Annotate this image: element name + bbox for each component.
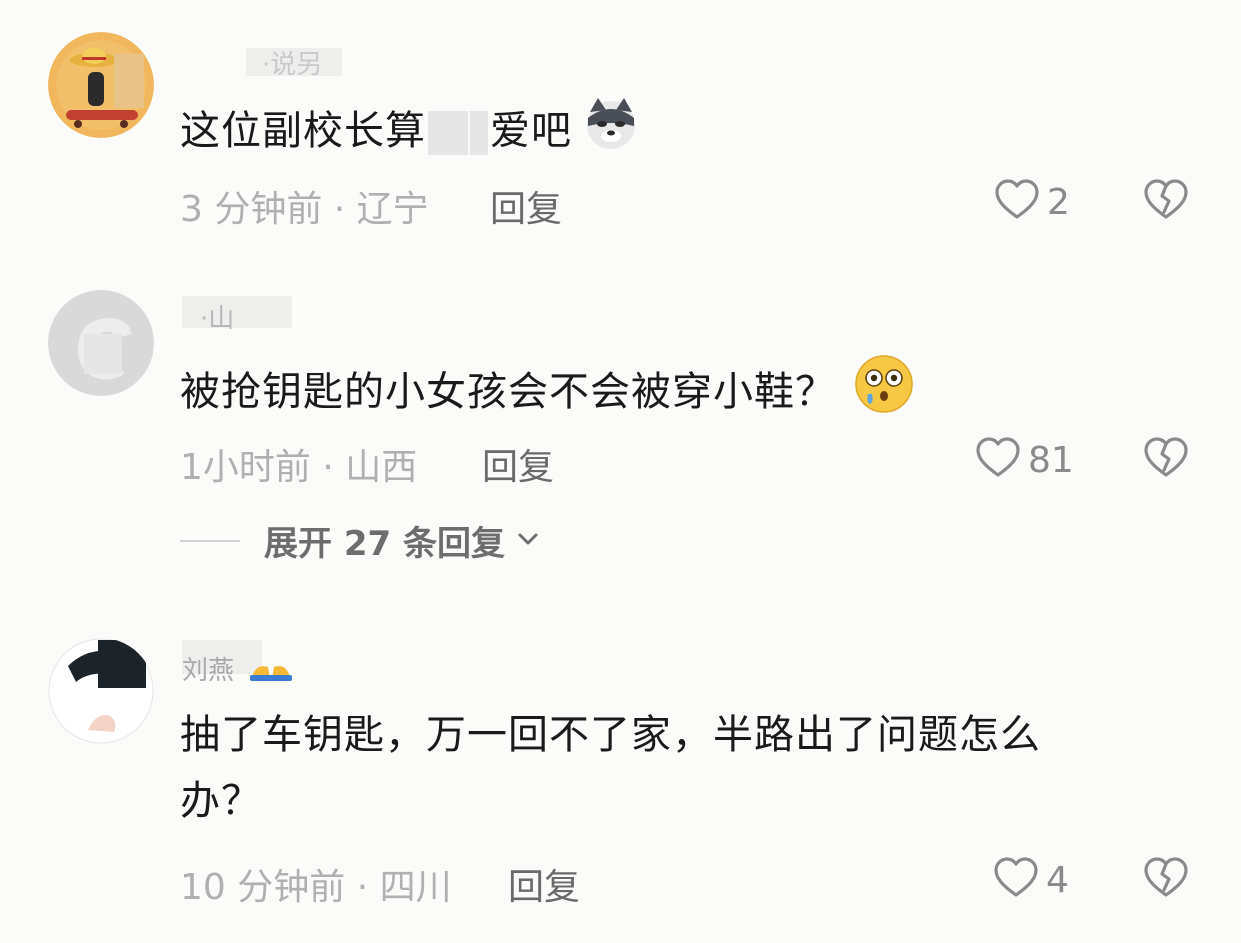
comment-text-pre: 这位副校长算 xyxy=(180,108,426,154)
comment-text-line-2: 办？ xyxy=(180,778,262,824)
like-count: 2 xyxy=(1047,181,1070,223)
username-text: 刘燕 xyxy=(182,656,235,686)
dislike-button[interactable] xyxy=(1142,434,1190,486)
comment-meta: 3 分钟前 · 辽宁 xyxy=(180,189,429,230)
avatar[interactable] xyxy=(48,32,154,138)
broken-heart-icon xyxy=(1142,179,1190,228)
broken-heart-icon xyxy=(1142,437,1190,486)
username-redaction xyxy=(182,296,292,328)
wolf-dog-emoji xyxy=(582,94,640,172)
folded-hands-emoji xyxy=(246,653,296,690)
heart-icon xyxy=(992,854,1040,906)
comment-text: 抽了车钥匙，万一回不了家，半路出了问题怎么 办？ xyxy=(180,702,1041,834)
like-button[interactable]: 2 xyxy=(993,176,1070,228)
dislike-button[interactable] xyxy=(1142,176,1190,228)
comment-text-line-1: 抽了车钥匙，万一回不了家，半路出了问题怎么 xyxy=(180,712,1041,758)
comment-text-post: 爱吧 xyxy=(490,108,572,154)
reply-button[interactable]: 回复 xyxy=(482,438,554,490)
like-button[interactable]: 4 xyxy=(992,854,1069,906)
username[interactable]: 刘燕 xyxy=(182,650,296,690)
username[interactable]: ·山 xyxy=(200,298,234,335)
heart-icon xyxy=(993,176,1041,228)
reply-button[interactable]: 回复 xyxy=(508,858,580,910)
expand-replies-button[interactable]: 展开 27 条回复 xyxy=(180,516,541,565)
avatar[interactable] xyxy=(48,638,154,744)
chevron-down-icon xyxy=(515,526,541,556)
comment-meta: 1小时前 · 山西 xyxy=(180,447,418,488)
flushed-face-emoji xyxy=(854,354,914,434)
like-count: 81 xyxy=(1028,439,1074,481)
like-count: 4 xyxy=(1046,859,1069,901)
comment-1: ·说另 这位副校长算 爱吧 3 分钟前 · 辽宁 回复 2 xyxy=(0,0,1241,260)
username[interactable]: ·说另 xyxy=(262,44,322,81)
broken-heart-icon xyxy=(1142,857,1190,906)
comment-meta: 10 分钟前 · 四川 xyxy=(180,867,452,908)
like-button[interactable]: 81 xyxy=(974,434,1074,486)
comment-3: 刘燕 抽了车钥匙，万一回不了家，半路出了问题怎么 办？ 10 分钟前 · 四川 … xyxy=(0,600,1241,943)
comment-text: 这位副校长算 爱吧 xyxy=(180,94,640,172)
reply-button[interactable]: 回复 xyxy=(490,180,562,232)
content-redaction xyxy=(470,111,488,155)
divider-line xyxy=(180,539,240,542)
expand-replies-label: 展开 27 条回复 xyxy=(264,524,505,564)
comment-text-main: 被抢钥匙的小女孩会不会被穿小鞋？ xyxy=(180,369,836,415)
comment-text: 被抢钥匙的小女孩会不会被穿小鞋？ xyxy=(180,354,914,434)
avatar[interactable] xyxy=(48,290,154,396)
dislike-button[interactable] xyxy=(1142,854,1190,906)
heart-icon xyxy=(974,434,1022,486)
content-redaction xyxy=(428,111,468,155)
